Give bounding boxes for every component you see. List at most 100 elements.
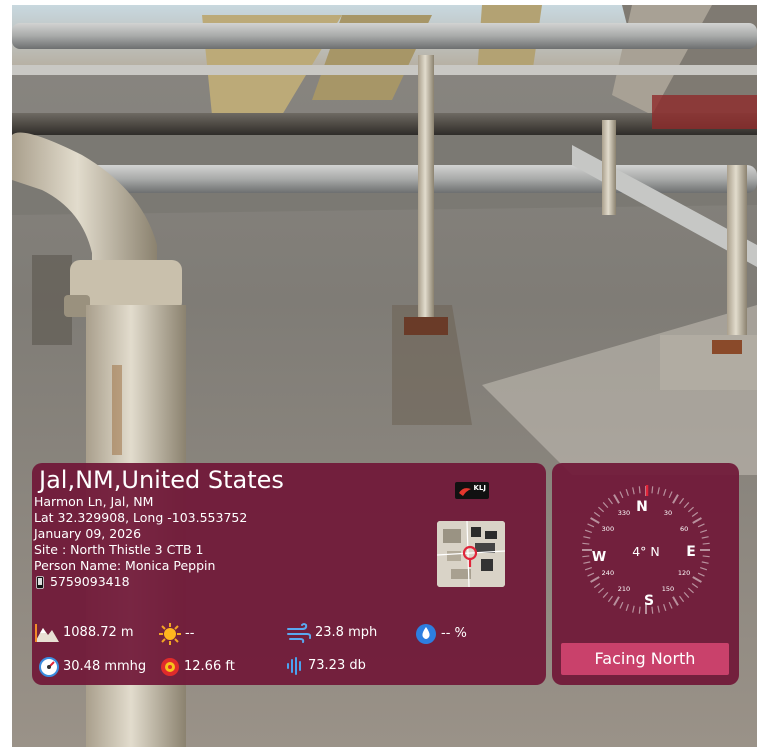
compass-degree-label: 240 [602, 569, 614, 577]
compass-tick [687, 587, 694, 594]
target-icon [161, 658, 179, 676]
compass-tick [582, 555, 590, 558]
compass-tick [663, 604, 667, 612]
compass-tick [587, 572, 595, 577]
compass-north-label: N [636, 499, 648, 515]
compass-tick [697, 572, 705, 577]
compass-tick [663, 488, 667, 496]
compass-tick [613, 494, 620, 504]
altitude-stat: 1088.72 m [35, 624, 134, 642]
weather-value: -- [185, 626, 195, 641]
sun-icon [159, 623, 181, 645]
location-info-card: Jal,NM,United States Harmon Ln, Jal, NM … [32, 463, 546, 685]
phone-icon [36, 575, 44, 589]
compass-tick [583, 561, 591, 564]
compass-tick [668, 601, 673, 609]
humidity-stat: -- % [415, 623, 467, 645]
compass-tick [582, 542, 590, 545]
compass-tick [593, 511, 601, 517]
compass-tick [683, 502, 690, 509]
altitude-value: 1088.72 m [63, 625, 134, 640]
compass-tick [587, 523, 595, 528]
wind-icon [287, 623, 311, 643]
compass-tick [672, 494, 679, 504]
compass-degree-label: 330 [618, 509, 630, 517]
compass-degree-label: 120 [678, 569, 690, 577]
facing-direction-button[interactable]: Facing North [561, 643, 729, 675]
compass-tick [625, 488, 629, 496]
street-address: Harmon Ln, Jal, NM [34, 494, 154, 509]
compass-tick [657, 605, 660, 613]
wind-stat: 23.8 mph [287, 623, 377, 643]
sound-stat: 73.23 db [286, 657, 366, 675]
compass-tick [619, 601, 624, 609]
compass-tick [632, 605, 635, 613]
company-logo: KLJ [455, 482, 489, 499]
compass-west-label: W [592, 550, 606, 565]
compass-tick [692, 576, 702, 583]
accuracy-value: 12.66 ft [184, 659, 235, 674]
compass-tick [632, 487, 635, 495]
photo-stamp-view: Jal,NM,United States Harmon Ln, Jal, NM … [0, 0, 757, 747]
compass-tick [657, 487, 660, 495]
logo-mark-icon [459, 488, 471, 496]
mountain-icon [35, 624, 59, 642]
compass-degree-label: 60 [680, 525, 688, 533]
compass-degree-label: 30 [664, 509, 672, 517]
pressure-stat: 30.48 mmhg [39, 657, 146, 677]
compass-degree-label: 210 [618, 585, 630, 593]
city-title: Jal,NM,United States [39, 466, 284, 494]
compass-tick [590, 517, 600, 524]
compass-tick [638, 606, 641, 614]
compass-tick [619, 491, 624, 499]
accuracy-stat: 12.66 ft [160, 657, 235, 677]
compass-tick [679, 497, 685, 505]
logo-text: KLJ [473, 484, 487, 492]
compass-tick [583, 536, 591, 539]
weather-stat: -- [159, 623, 194, 645]
compass-tick [584, 567, 592, 571]
compass-degree-label: 300 [602, 525, 614, 533]
compass-tick [683, 591, 690, 598]
compass-tick [598, 506, 605, 513]
compass-tick [672, 596, 679, 606]
map-thumbnail[interactable] [437, 521, 505, 587]
phone-number: 5759093418 [50, 574, 130, 589]
site-name: Site : North Thistle 3 CTB 1 [34, 542, 204, 557]
compass-heading: 4° N [632, 544, 660, 559]
compass-tick [701, 561, 709, 564]
compass-card: N E S W 4° N 30 60 120 150 210 240 300 330 Faci… [552, 463, 739, 685]
compass-tick [691, 511, 699, 517]
compass-tick [602, 591, 609, 598]
compass-tick [692, 517, 702, 524]
compass-tick [593, 583, 601, 589]
map-icon [437, 521, 505, 587]
person-name: Person Name: Monica Peppin [34, 558, 216, 573]
compass-tick [701, 536, 709, 539]
compass-dial-icon: N E S W 4° N 30 60 120 150 210 240 300 330 [582, 485, 710, 614]
compass-tick [668, 491, 673, 499]
humidity-value: -- % [441, 626, 467, 641]
compass-tick [638, 486, 641, 494]
sound-wave-icon [287, 657, 301, 675]
compass-tick [584, 529, 592, 533]
compass-tick [598, 587, 605, 594]
gauge-icon [39, 657, 59, 677]
compass-tick [700, 567, 708, 571]
compass-degree-label: 150 [662, 585, 674, 593]
compass-tick [607, 497, 613, 505]
compass-tick [613, 596, 620, 606]
humidity-icon [416, 624, 436, 644]
compass-tick [702, 555, 710, 558]
compass-tick [679, 595, 685, 603]
compass-tick [691, 583, 699, 589]
compass-tick [687, 506, 694, 513]
compass-south-label: S [644, 593, 654, 609]
phone-row: 5759093418 [36, 574, 130, 590]
compass-tick [625, 604, 629, 612]
compass-tick [697, 523, 705, 528]
compass-tick [702, 542, 710, 545]
pressure-value: 30.48 mmhg [63, 659, 147, 674]
compass-tick [700, 529, 708, 533]
date: January 09, 2026 [34, 526, 142, 541]
